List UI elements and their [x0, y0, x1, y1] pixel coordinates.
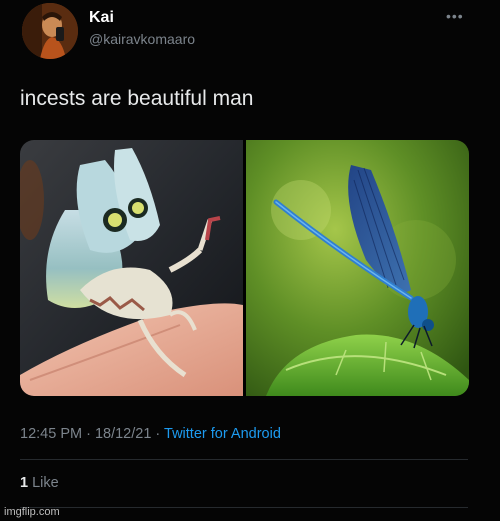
like-count: 1 [20, 475, 29, 491]
author-handle[interactable]: @kairavkomaaro [89, 31, 195, 47]
tweet-text: incests are beautiful man [20, 87, 254, 110]
tweet-source-link[interactable]: Twitter for Android [164, 426, 281, 442]
media-photo-orchid-mantis[interactable] [20, 140, 243, 396]
tweet-meta: 12:45 PM · 18/12/21 · Twitter for Androi… [20, 426, 281, 442]
avatar[interactable] [22, 3, 78, 59]
avatar-image [22, 3, 78, 59]
orchid-mantis-photo [20, 140, 243, 396]
divider [20, 459, 468, 460]
author-display-name[interactable]: Kai [89, 9, 114, 27]
imgflip-watermark: imgflip.com [4, 506, 60, 518]
divider [20, 507, 468, 508]
damselfly-photo [246, 140, 469, 396]
tweet-timestamp[interactable]: 12:45 PM · 18/12/21 · [20, 426, 164, 442]
media-photo-damselfly[interactable] [246, 140, 469, 396]
tweet: Kai @kairavkomaaro ••• incests are beaut… [0, 0, 500, 521]
likes-link[interactable]: 1 Like [20, 475, 59, 491]
more-options-icon[interactable]: ••• [446, 8, 464, 24]
like-label: Like [28, 475, 59, 491]
media-grid [20, 140, 469, 396]
